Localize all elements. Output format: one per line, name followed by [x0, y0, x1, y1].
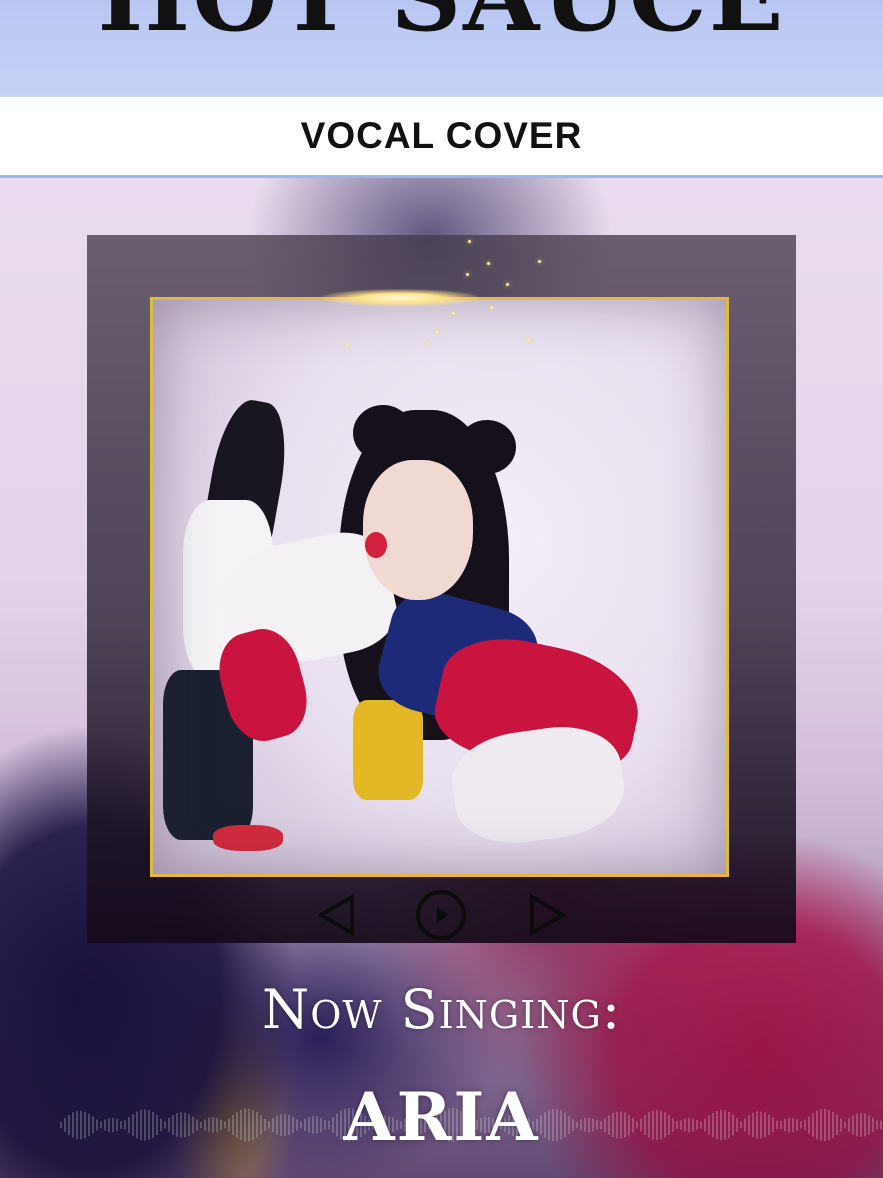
- sparkle: [490, 306, 493, 309]
- sparkle: [436, 330, 439, 333]
- sparkle: [466, 273, 469, 276]
- previous-button[interactable]: [306, 885, 366, 945]
- sparkle: [452, 312, 455, 315]
- sparkle: [538, 260, 541, 263]
- sparkle: [487, 262, 490, 265]
- sparkle: [506, 283, 509, 286]
- album-art-vignette: [153, 300, 726, 874]
- song-title: HOT SAUCE: [0, 0, 883, 46]
- playback-controls: [300, 885, 590, 947]
- frame-glow: [320, 289, 480, 307]
- now-singing-label: Now Singing:: [261, 978, 622, 1041]
- sparkle: [346, 344, 349, 347]
- sparkle: [527, 338, 530, 341]
- album-art: [150, 297, 729, 877]
- sparkle: [440, 300, 443, 303]
- cover-screen: HOT SAUCE VOCAL COVER: [0, 0, 883, 1178]
- subtitle-band: VOCAL COVER: [0, 97, 883, 178]
- title-band: HOT SAUCE: [0, 0, 883, 97]
- singer-name: ARIA: [343, 1078, 540, 1156]
- sparkle: [426, 342, 429, 345]
- triangle-right-icon: [530, 893, 567, 937]
- triangle-left-icon: [317, 893, 354, 937]
- play-circle-icon: [416, 890, 466, 940]
- next-button[interactable]: [518, 885, 578, 945]
- cover-label: VOCAL COVER: [300, 115, 583, 156]
- play-button[interactable]: [411, 885, 471, 945]
- sparkle: [468, 240, 471, 243]
